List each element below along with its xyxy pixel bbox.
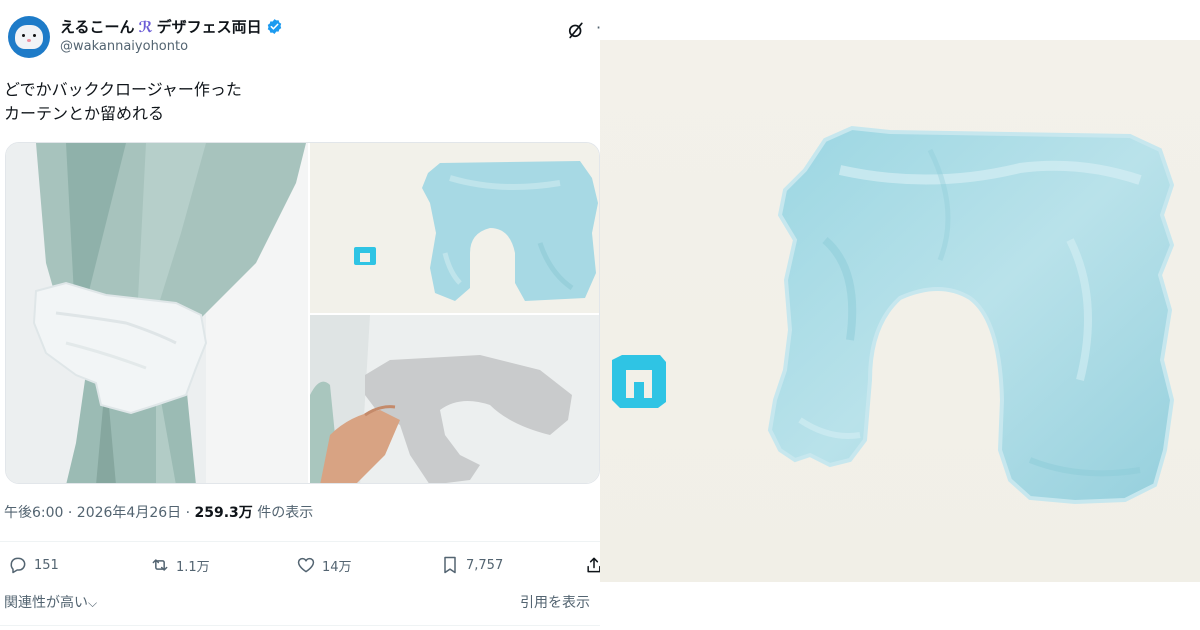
event-name: デザフェス両日: [156, 18, 262, 36]
avatar-face: [15, 25, 43, 49]
action-bar: 151 1.1万 14万 7,757: [0, 555, 600, 583]
tweet-meta: 午後6:00 · 2026年4月26日 · 259.3万 件の表示: [4, 502, 313, 522]
grok-icon[interactable]: [566, 20, 586, 40]
bookmark-count: 7,757: [466, 557, 504, 573]
display-name[interactable]: えるこーん: [60, 16, 135, 37]
sort-relevance-label: 関連性が高い: [4, 595, 88, 611]
media-grid: [5, 142, 600, 484]
author-handle[interactable]: @wakannaiyohonto: [60, 39, 188, 54]
share-button[interactable]: [584, 555, 600, 575]
like-count: 14万: [322, 559, 352, 575]
media-photo-curtain[interactable]: [6, 143, 308, 483]
bookmark-button[interactable]: 7,757: [440, 555, 503, 575]
heart-icon: [297, 557, 315, 573]
sort-relevance-button[interactable]: 関連性が高い⌵: [4, 592, 97, 612]
media-photo-hand[interactable]: [310, 315, 599, 483]
repost-icon: [152, 559, 168, 571]
repost-button[interactable]: 1.1万: [150, 555, 210, 575]
media-photo-comparison[interactable]: [310, 143, 599, 313]
avatar-eye-left: [22, 34, 25, 37]
repost-count: 1.1万: [176, 559, 210, 575]
share-icon: [587, 557, 600, 573]
chevron-down-icon: ⌵: [88, 596, 98, 610]
reply-icon: [10, 557, 26, 574]
view-quotes-link[interactable]: 引用を表示: [520, 592, 590, 612]
reply-button[interactable]: 151: [8, 555, 59, 575]
more-options-icon[interactable]: ·: [596, 20, 600, 36]
like-button[interactable]: 14万: [296, 555, 352, 575]
tweet-text-line-1: どでかバッククロージャー作った: [4, 80, 242, 99]
tweet-text-line-2: カーテンとか留めれる: [4, 104, 165, 123]
tweet-time-date[interactable]: 午後6:00 · 2026年4月26日 ·: [4, 505, 195, 521]
event-mark-icon: ℛ: [138, 17, 153, 36]
views-label: 件の表示: [252, 505, 314, 521]
views-count: 259.3万: [194, 505, 253, 521]
giant-fluffy-closure: [767, 125, 1175, 505]
verified-badge-icon: [267, 19, 281, 34]
tweet-header: えるこーん ℛ デザフェス両日 @wakannaiyohonto ·: [4, 14, 600, 62]
bookmark-icon: [444, 556, 456, 574]
divider: [0, 625, 600, 626]
divider: [0, 541, 600, 542]
avatar-eye-right: [33, 34, 36, 37]
reply-count: 151: [34, 557, 59, 573]
tweet-card: えるこーん ℛ デザフェス両日 @wakannaiyohonto · どでかバッ…: [0, 0, 600, 630]
small-bag-closure: [612, 355, 666, 408]
tweet-text: どでかバッククロージャー作った カーテンとか留めれる: [4, 78, 594, 126]
enlarged-comparison-photo: [600, 40, 1200, 582]
avatar[interactable]: [8, 16, 50, 58]
avatar-nose: [27, 39, 31, 42]
author-name-row[interactable]: えるこーん ℛ デザフェス両日: [60, 16, 283, 37]
